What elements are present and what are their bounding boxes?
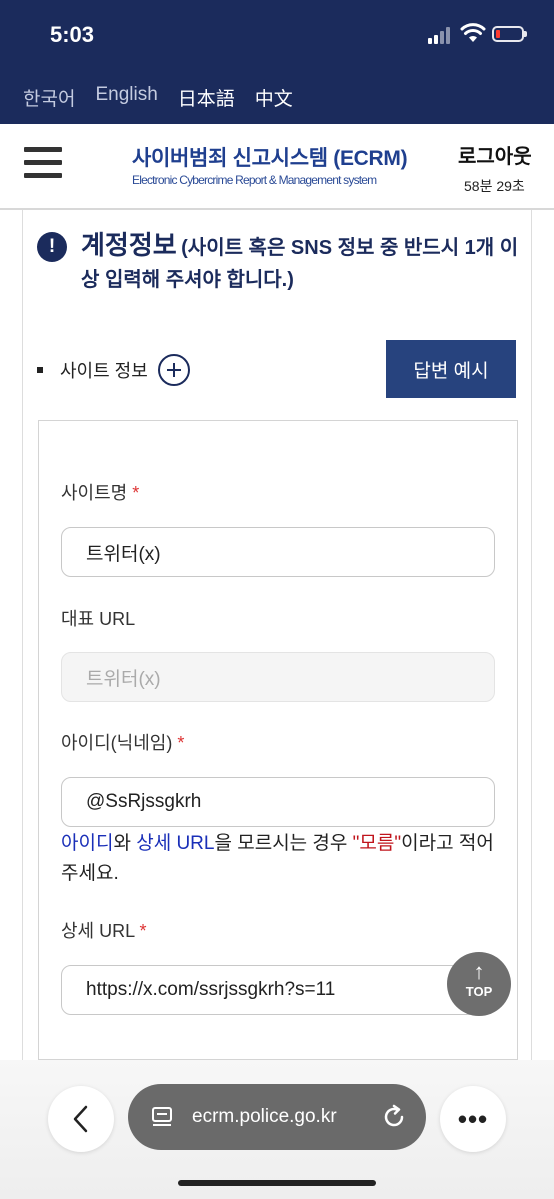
section-title-main: 계정정보	[81, 230, 177, 260]
hint-id: 아이디	[61, 833, 114, 854]
site-subtitle: Electronic Cybercrime Report & Managemen…	[132, 173, 377, 187]
user-id-label-text: 아이디(닉네임)	[61, 733, 173, 753]
lang-japanese[interactable]: 日本語	[178, 84, 235, 111]
lang-chinese[interactable]: 中文	[255, 84, 293, 111]
site-info-label: 사이트 정보	[60, 361, 148, 381]
site-name-label: 사이트명 *	[61, 479, 139, 505]
bullet-icon	[37, 367, 43, 373]
required-mark: *	[177, 733, 185, 753]
exclamation-icon: !	[37, 232, 67, 262]
detail-url-input[interactable]: https://x.com/ssrjssgkrh?s=11	[61, 965, 495, 1015]
user-id-input[interactable]: @SsRjssgkrh	[61, 777, 495, 827]
top-label: TOP	[465, 984, 493, 999]
site-name-input[interactable]: 트위터(x)	[61, 527, 495, 577]
site-info-row: 사이트 정보	[37, 354, 190, 386]
hint-unknown: "모름"	[352, 833, 402, 854]
lang-english[interactable]: English	[95, 84, 157, 111]
detail-url-label-text: 상세 URL	[61, 921, 135, 941]
answer-example-button[interactable]: 답변 예시	[386, 340, 516, 398]
site-info-form: 사이트명 * 트위터(x) 대표 URL 트위터(x) 아이디(닉네임) * @…	[38, 420, 518, 1060]
arrow-up-icon: ↑	[473, 959, 485, 984]
language-selector: 한국어 English 日本語 中文	[23, 84, 293, 111]
hint-text-1: 와	[113, 833, 137, 854]
lang-korean[interactable]: 한국어	[23, 84, 75, 111]
required-mark: *	[132, 483, 140, 503]
site-title[interactable]: 사이버범죄 신고시스템 (ECRM)	[132, 142, 408, 172]
more-dots-icon: •••	[457, 1103, 489, 1134]
id-url-hint: 아이디와 상세 URL을 모르시는 경우 "모름"이라고 적어주세요.	[61, 829, 511, 889]
hint-detail-url: 상세 URL	[136, 833, 215, 854]
session-timer: 58분 29초	[464, 178, 525, 194]
scroll-top-button[interactable]: ↑ TOP	[447, 952, 511, 1016]
rep-url-input: 트위터(x)	[61, 652, 495, 702]
detail-url-label: 상세 URL *	[61, 917, 147, 943]
browser-toolbar: ecrm.police.go.kr •••	[0, 1060, 554, 1199]
chevron-left-icon	[73, 1105, 88, 1133]
hamburger-menu-icon[interactable]	[24, 147, 62, 181]
site-name-label-text: 사이트명	[61, 483, 128, 503]
top-banner: 5:03 한국어 English 日本語 中文	[0, 0, 554, 124]
page-icon	[152, 1107, 172, 1126]
main-content: ! 계정정보 (사이트 혹은 SNS 정보 중 반드시 1개 이상 입력해 주셔…	[22, 210, 532, 1060]
status-time: 5:03	[50, 22, 95, 47]
hint-text-2: 을 모르시는 경우	[214, 833, 353, 854]
user-id-label: 아이디(닉네임) *	[61, 729, 184, 755]
site-header: 사이버범죄 신고시스템 (ECRM) Electronic Cybercrime…	[0, 124, 554, 210]
battery-icon	[492, 26, 527, 42]
section-title: 계정정보 (사이트 혹은 SNS 정보 중 반드시 1개 이상 입력해 주셔야 …	[81, 230, 531, 297]
back-button[interactable]	[48, 1086, 114, 1152]
home-indicator	[178, 1180, 376, 1186]
wifi-icon	[460, 23, 486, 42]
signal-icon	[428, 26, 454, 44]
reload-icon[interactable]	[380, 1103, 408, 1131]
url-text: ecrm.police.go.kr	[192, 1106, 337, 1127]
required-mark: *	[139, 921, 147, 941]
logout-button[interactable]: 로그아웃	[458, 140, 532, 169]
more-options-button[interactable]: •••	[440, 1086, 506, 1152]
add-site-plus-icon[interactable]	[157, 354, 190, 386]
rep-url-label: 대표 URL	[61, 609, 136, 629]
address-bar[interactable]: ecrm.police.go.kr	[128, 1084, 426, 1150]
